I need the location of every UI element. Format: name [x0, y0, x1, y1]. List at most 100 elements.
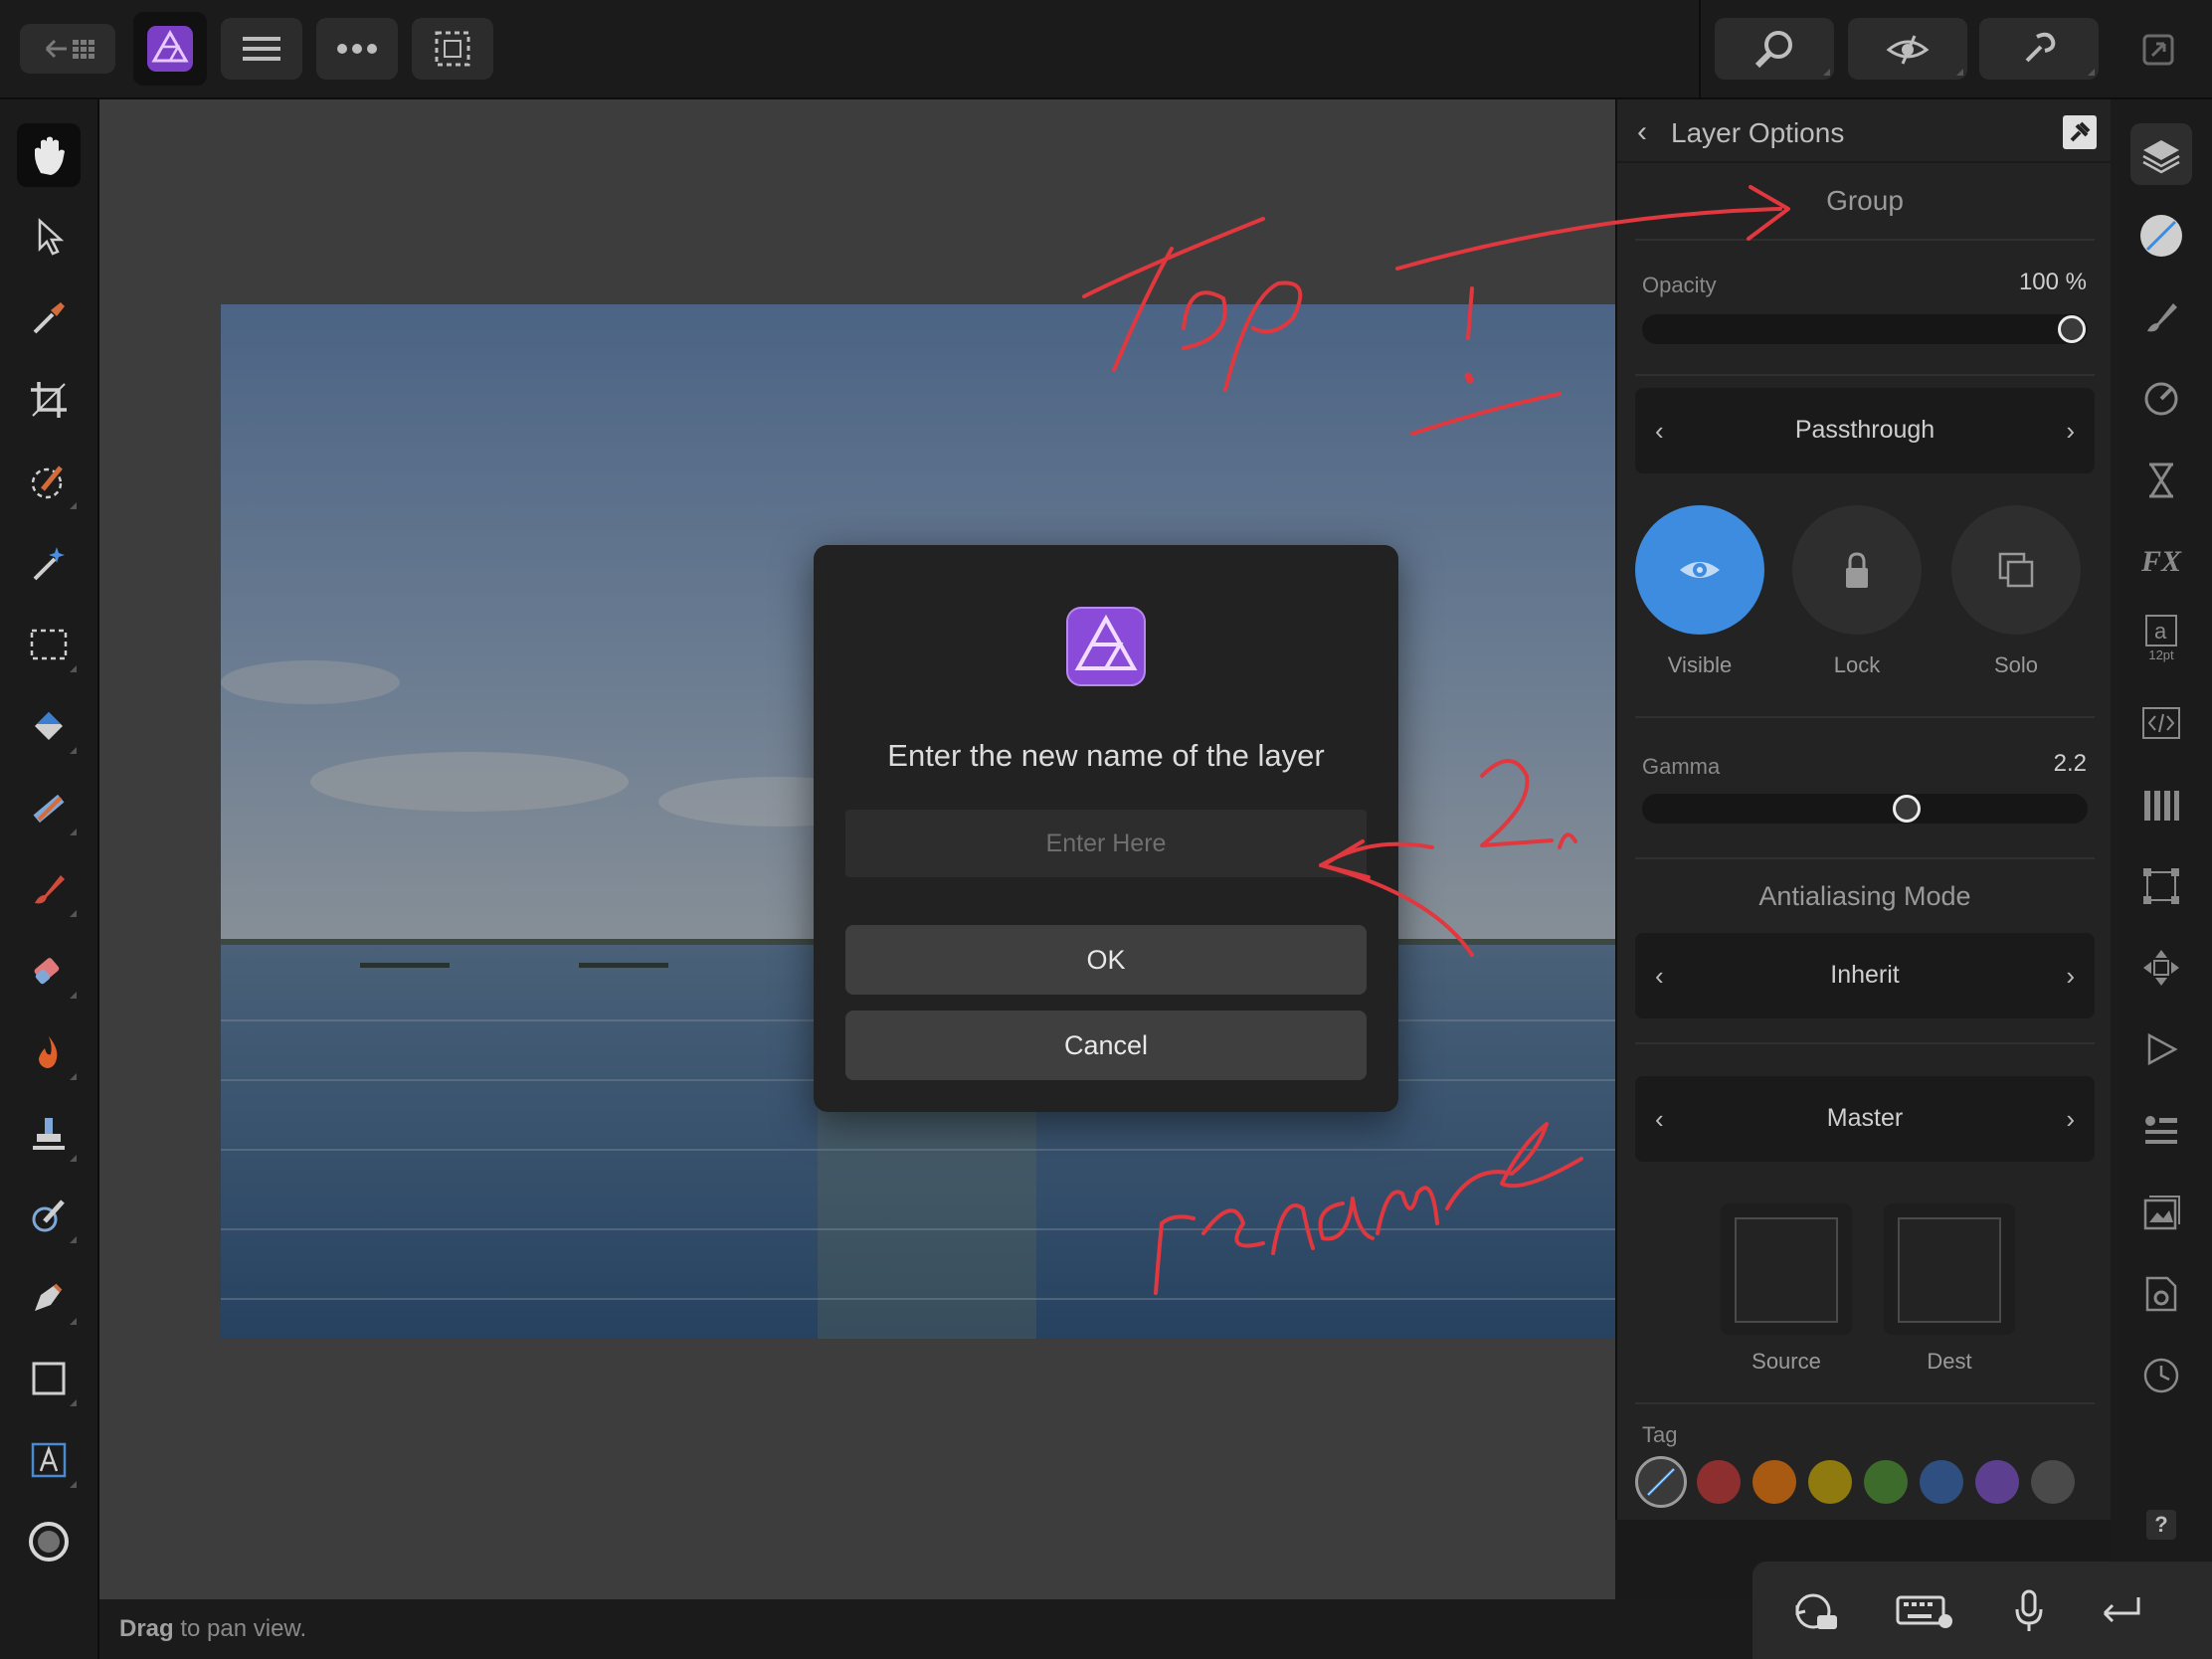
history-studio-button[interactable] — [2130, 450, 2192, 511]
brushes-studio-button[interactable] — [2130, 286, 2192, 348]
back-to-gallery-button[interactable] — [20, 24, 115, 74]
ok-button[interactable]: OK — [845, 925, 1367, 995]
view-tool[interactable] — [17, 123, 81, 187]
next-chevron-icon[interactable]: › — [2066, 1104, 2075, 1135]
back-chevron-icon[interactable]: ‹ — [1637, 115, 1647, 149]
lock-toggle[interactable] — [1792, 505, 1922, 635]
navigator-studio-button[interactable] — [2130, 937, 2192, 999]
layers-icon — [2142, 140, 2180, 174]
dictation-button[interactable] — [2001, 1583, 2057, 1639]
photo-persona-button[interactable] — [133, 12, 207, 86]
tag-color-swatch[interactable] — [1752, 1460, 1796, 1504]
paint-brush-tool[interactable] — [17, 857, 81, 921]
text-tool[interactable] — [17, 1428, 81, 1492]
erase-tool[interactable] — [17, 939, 81, 1003]
assistant-button[interactable] — [1979, 18, 2099, 80]
divider — [1635, 1042, 2095, 1044]
next-chevron-icon[interactable]: › — [2066, 416, 2075, 447]
pin-button[interactable] — [2063, 115, 2097, 149]
tag-color-swatch[interactable] — [1864, 1460, 1908, 1504]
tag-color-swatch[interactable] — [1697, 1460, 1741, 1504]
flood-fill-tool[interactable] — [17, 694, 81, 758]
blend-mode-selector[interactable]: ‹ Passthrough › — [1635, 388, 2095, 473]
macro-studio-button[interactable] — [2130, 692, 2192, 754]
tag-color-swatch[interactable] — [2031, 1460, 2075, 1504]
lock-label: Lock — [1833, 652, 1881, 677]
channel-selector[interactable]: ‹ Master › — [1635, 1076, 2095, 1162]
selection-button[interactable] — [412, 18, 493, 80]
play-icon — [2147, 1032, 2178, 1066]
color-well[interactable] — [17, 1510, 81, 1573]
undo-keyboard-button[interactable] — [1788, 1583, 1844, 1639]
retouch-tool[interactable] — [17, 1184, 81, 1247]
flame-icon — [39, 1036, 58, 1068]
tag-label: Tag — [1642, 1422, 1678, 1447]
tag-color-swatch[interactable] — [1808, 1460, 1852, 1504]
paint-bucket-icon — [35, 712, 63, 740]
gamma-slider[interactable] — [1642, 794, 2088, 824]
return-button[interactable] — [2093, 1583, 2148, 1639]
selection-brush-tool[interactable] — [17, 450, 81, 513]
menu-button[interactable] — [221, 18, 302, 80]
library-studio-button[interactable] — [2130, 1100, 2192, 1162]
transform-studio-button[interactable] — [2130, 855, 2192, 917]
top-toolbar — [0, 0, 2212, 99]
gamma-label: Gamma — [1642, 754, 1721, 779]
clone-stamp-icon — [33, 1118, 65, 1150]
fullscreen-button[interactable] — [2140, 32, 2176, 68]
channels-studio-button[interactable] — [2130, 774, 2192, 835]
question-mark-icon: ? — [2154, 1512, 2168, 1537]
rectangle-shape-icon — [32, 1362, 66, 1395]
next-chevron-icon[interactable]: › — [2066, 961, 2075, 992]
marquee-tool[interactable] — [17, 613, 81, 676]
shape-tool[interactable] — [17, 1347, 81, 1410]
burn-tool[interactable] — [17, 1020, 81, 1084]
source-range-button[interactable] — [1721, 1203, 1852, 1335]
opacity-slider[interactable] — [1642, 314, 2088, 344]
character-studio-button[interactable]: a 12pt — [2130, 607, 2192, 668]
pixel-tool[interactable] — [17, 776, 81, 839]
stock-studio-button[interactable] — [2130, 1182, 2192, 1243]
antialiasing-heading: Antialiasing Mode — [1758, 881, 1971, 911]
snapshots-studio-button[interactable] — [2130, 1345, 2192, 1406]
tag-color-swatch[interactable] — [1975, 1460, 2019, 1504]
zoom-button[interactable] — [1715, 18, 1834, 80]
undo-history-icon — [1795, 1593, 1837, 1629]
tag-none-swatch[interactable] — [1635, 1456, 1687, 1508]
document-settings-button[interactable] — [2130, 1263, 2192, 1325]
pen-tool[interactable] — [17, 1265, 81, 1329]
panel-title: Layer Options — [1671, 117, 1845, 148]
flood-select-tool[interactable] — [17, 531, 81, 595]
antialiasing-selector[interactable]: ‹ Inherit › — [1635, 933, 2095, 1018]
image-stack-icon — [2143, 1196, 2180, 1230]
layer-name-input[interactable] — [845, 810, 1367, 877]
eye-slash-icon — [1886, 35, 1930, 65]
tools-panel — [0, 99, 99, 1659]
studio-bar: FX a 12pt ? — [2111, 99, 2212, 1599]
help-button[interactable]: ? — [2146, 1510, 2176, 1540]
layers-studio-button[interactable] — [2130, 123, 2192, 185]
hide-keyboard-button[interactable] — [1894, 1583, 1957, 1639]
macro-play-button[interactable] — [2130, 1018, 2192, 1080]
effects-studio-button[interactable]: FX — [2130, 531, 2192, 593]
move-tool[interactable] — [17, 205, 81, 269]
no-color-icon — [1646, 1467, 1676, 1497]
divider — [1635, 1402, 2095, 1404]
clone-tool[interactable] — [17, 1102, 81, 1166]
view-mode-button[interactable] — [1848, 18, 1967, 80]
cancel-button[interactable]: Cancel — [845, 1011, 1367, 1080]
back-grid-icon — [45, 39, 94, 59]
gamma-slider-knob[interactable] — [1893, 795, 1921, 823]
more-button[interactable] — [316, 18, 398, 80]
opacity-slider-knob[interactable] — [2058, 315, 2086, 343]
crop-tool[interactable] — [17, 368, 81, 432]
adjustments-studio-button[interactable] — [2130, 368, 2192, 430]
dest-range-button[interactable] — [1884, 1203, 2015, 1335]
visible-toggle[interactable] — [1635, 505, 1764, 635]
tag-color-swatch[interactable] — [1920, 1460, 1963, 1504]
character-icon: a — [2145, 614, 2177, 646]
color-studio-button[interactable] — [2130, 205, 2192, 267]
color-picker-tool[interactable] — [17, 286, 81, 350]
brush-icon — [2147, 303, 2177, 332]
solo-toggle[interactable] — [1951, 505, 2081, 635]
